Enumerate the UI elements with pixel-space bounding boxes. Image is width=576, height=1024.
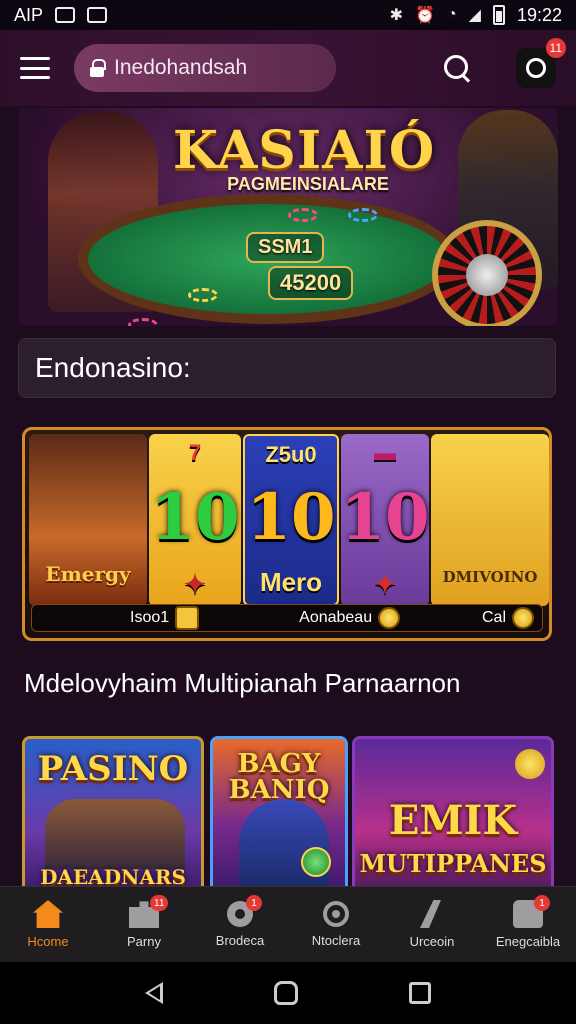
profile-icon [526, 58, 546, 78]
hero-title: KASIAIÓ [172, 120, 436, 181]
roulette-wheel [432, 220, 542, 326]
coin-icon [512, 607, 534, 629]
chip-icon [188, 288, 218, 302]
chip-icon [348, 208, 378, 222]
wifi-icon: ◔ [446, 6, 457, 23]
reel-symbol: ▬ [374, 440, 396, 465]
game-tile-title: PASINO [37, 749, 189, 789]
carrier-label: AIP [14, 4, 44, 25]
game-tile[interactable]: EMIK MUTIPPANES [352, 736, 554, 896]
nav-item-enegcaibla[interactable]: 1 Enegcaibla [480, 887, 576, 962]
menu-icon[interactable] [20, 57, 50, 79]
bluetooth-icon: ✱ [389, 7, 404, 24]
nav-item-brodeca[interactable]: 1 Brodeca [192, 887, 288, 962]
section-heading: Mdelovyhaim Multipianah Parnaarnon [24, 668, 461, 698]
bottom-nav: Hcome 11 Parny 1 Brodeca Ntoclera Urceoi… [0, 886, 576, 962]
profile-button[interactable]: 11 [516, 38, 566, 88]
slot-machine-card[interactable]: Emergy 7 10 ✦ Z5u0 10 Mero ▬ 10 ✦ DMIVOI… [22, 427, 552, 641]
chip-icon [128, 318, 158, 326]
character-panel-left: Emergy [29, 434, 147, 606]
panel-caption-left: Emergy [45, 562, 131, 586]
status-bar: AIP ✱ ⏰ ◔ ◢ 19:22 [0, 0, 576, 30]
reel-symbol: Mero [259, 567, 323, 597]
sim-icon [55, 7, 76, 23]
footer-label-mid: Aonabeau [299, 609, 373, 626]
footer-label-left: Isoo1 [130, 609, 170, 626]
chart-icon [420, 900, 441, 928]
coin-icon [301, 847, 331, 877]
home-icon [33, 900, 63, 928]
game-tile[interactable]: PASINO DAEADNARS [22, 736, 204, 896]
nav-badge: 11 [150, 895, 169, 911]
coin-icon [515, 749, 545, 779]
table-amount: 45200 [268, 266, 354, 300]
lock-icon [90, 59, 106, 77]
battery-icon [492, 5, 505, 25]
hero-subtitle: PAGMEINSIALARE [227, 174, 389, 194]
slot-reel-center: Z5u0 10 Mero [243, 434, 339, 606]
reel-symbol: ✦ [184, 569, 206, 599]
game-tile[interactable]: BAGY BANIQ [210, 736, 348, 896]
game-tile-title: BAGY BANIQ [228, 749, 330, 805]
system-home-icon[interactable] [273, 981, 298, 1005]
nav-label: Parny [127, 934, 161, 949]
hero-banner[interactable]: KASIAIÓ PAGMEINSIALARE SSM1 45200 [18, 108, 558, 326]
table-label: SSM1 [246, 232, 325, 263]
slot-reel: ▬ 10 ✦ [340, 434, 430, 606]
character-panel-right: DMIVOINO [431, 434, 549, 606]
reel-number: 10 [150, 479, 240, 555]
notification-badge: 11 [545, 38, 566, 58]
nav-label: Brodeca [215, 933, 265, 948]
nav-item-urceoin[interactable]: Urceoin [384, 887, 480, 962]
address-text: Inedohandsah [114, 56, 248, 79]
address-bar[interactable]: Inedohandsah [74, 44, 336, 92]
reel-symbol: 7 [188, 440, 202, 465]
player-group-image [45, 799, 185, 869]
target-icon [323, 901, 349, 927]
panel-caption-right: DMIVOINO [442, 568, 538, 586]
section-title: Endonasino: [35, 352, 191, 383]
app-header: Inedohandsah 11 [0, 30, 576, 106]
nav-label: Enegcaibla [495, 934, 561, 949]
camera-icon [87, 7, 108, 23]
reel-number: 10 [340, 479, 430, 555]
nav-item-ntoclera[interactable]: Ntoclera [288, 887, 384, 962]
game-tile-title: EMIK [388, 797, 518, 844]
system-nav-bar [0, 962, 576, 1024]
nav-label: Ntoclera [311, 933, 361, 948]
alarm-icon: ⏰ [415, 7, 435, 24]
slot-footer: Isoo1 Aonabeau Cal [31, 604, 543, 632]
footer-label-right: Cal [481, 609, 506, 626]
nav-badge: 1 [534, 895, 550, 911]
nav-item-home[interactable]: Hcome [0, 887, 96, 962]
reel-symbol: Z5u0 [265, 442, 317, 467]
search-icon[interactable] [442, 53, 472, 83]
nav-label: Hcome [27, 934, 69, 949]
clock: 19:22 [516, 4, 562, 25]
coin-icon [175, 606, 200, 630]
signal-icon: ◢ [468, 7, 481, 24]
game-tile-caption: MUTIPPANES [359, 849, 547, 878]
reel-symbol: ✦ [374, 569, 396, 599]
coin-icon [378, 607, 401, 629]
slot-reel: 7 10 ✦ [149, 434, 241, 606]
nav-item-party[interactable]: 11 Parny [96, 887, 192, 962]
back-icon[interactable] [145, 982, 164, 1004]
section-title-box: Endonasino: [18, 338, 556, 398]
reel-number: 10 [246, 479, 336, 555]
nav-label: Urceoin [409, 934, 455, 949]
recent-apps-icon[interactable] [408, 982, 431, 1004]
nav-badge: 1 [246, 895, 262, 911]
chip-icon [288, 208, 318, 222]
